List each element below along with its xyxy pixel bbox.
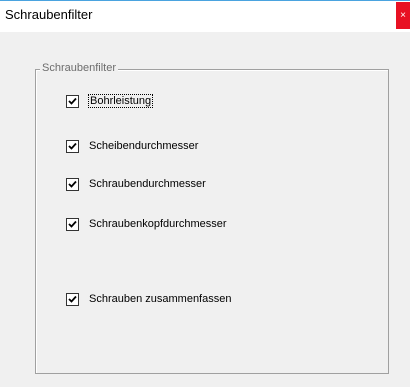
- checkmark-icon: [68, 142, 77, 150]
- checkbox-box[interactable]: [66, 217, 79, 231]
- checkbox-schraubenkopfdurchmesser[interactable]: Schraubenkopfdurchmesser: [66, 216, 227, 232]
- groupbox-label: Schraubenfilter: [40, 61, 118, 75]
- checkmark-icon: [68, 180, 77, 188]
- dialog-client-area: Schraubenfilter Bohrleistung Scheibendur…: [0, 32, 410, 387]
- checkbox-scheibendurchmesser[interactable]: Scheibendurchmesser: [66, 138, 198, 154]
- checkbox-label: Schraubenkopfdurchmesser: [89, 218, 227, 230]
- checkmark-icon: [68, 220, 77, 228]
- dialog-window: Schraubenfilter × Schraubenfilter Bohrle…: [0, 0, 410, 387]
- close-button[interactable]: ×: [396, 2, 410, 29]
- window-title: Schraubenfilter: [5, 7, 93, 22]
- checkmark-icon: [68, 97, 77, 105]
- checkbox-box[interactable]: [66, 177, 79, 191]
- checkbox-label: Scheibendurchmesser: [89, 140, 199, 152]
- checkbox-schrauben-zusammenfassen[interactable]: Schrauben zusammenfassen: [66, 291, 231, 307]
- checkbox-schraubendurchmesser[interactable]: Schraubendurchmesser: [66, 176, 206, 192]
- title-bar[interactable]: Schraubenfilter ×: [0, 0, 410, 32]
- checkbox-box[interactable]: [66, 139, 79, 153]
- checkbox-label: Schrauben zusammenfassen: [89, 293, 232, 305]
- close-icon: ×: [400, 10, 406, 21]
- checkbox-box[interactable]: [66, 292, 79, 306]
- checkmark-icon: [68, 295, 77, 303]
- checkbox-box[interactable]: [66, 94, 79, 108]
- checkbox-bohrleistung[interactable]: Bohrleistung: [66, 93, 154, 109]
- checkbox-label: Schraubendurchmesser: [89, 178, 206, 190]
- checkbox-label: Bohrleistung: [87, 94, 154, 108]
